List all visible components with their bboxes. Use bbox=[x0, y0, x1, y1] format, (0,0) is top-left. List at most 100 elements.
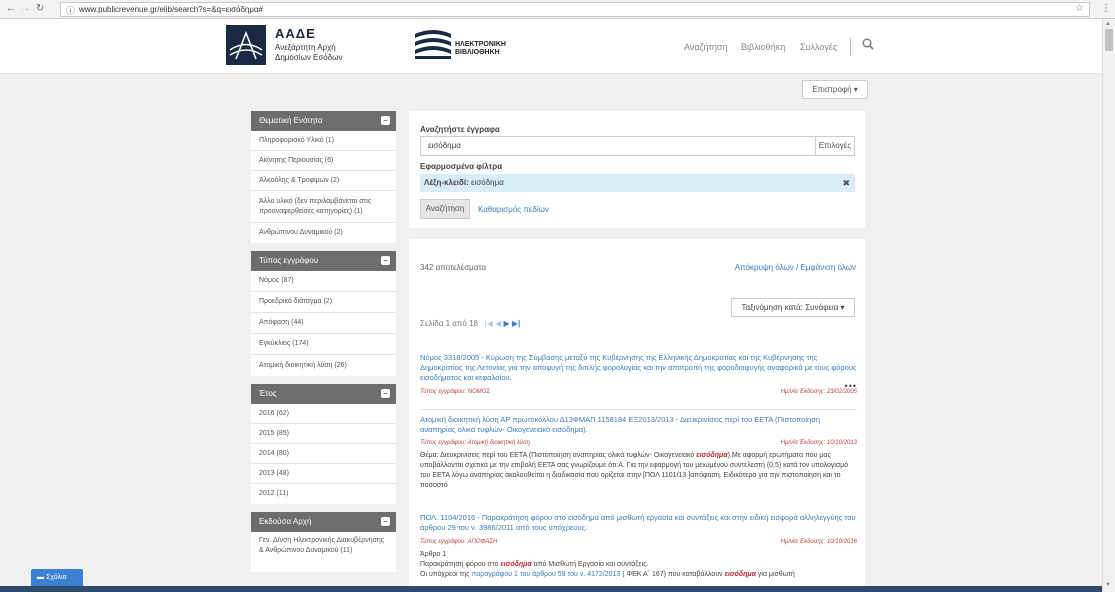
facet-item[interactable]: Νόμος (87) bbox=[251, 271, 396, 292]
highlight: εισόδημα bbox=[696, 452, 728, 459]
result-snippet: Θέμα: Διευκρινίσεις περί του ΕΕΤΑ (Πιστο… bbox=[420, 452, 849, 489]
search-icon[interactable] bbox=[862, 37, 874, 53]
pagination: Σελίδα 1 από 18 |◀ ◀ ▶ ▶| bbox=[420, 319, 520, 328]
first-page-icon[interactable]: |◀ bbox=[485, 319, 493, 328]
facet-item[interactable]: Απόφαση (44) bbox=[251, 313, 396, 334]
result-item: Ατομική διοικητική λύση ΑΡ πρωτοκόλλου Δ… bbox=[420, 415, 857, 491]
result-snippet: Άρθρο 1 Παρακράτηση φόρου στο εισόδημα α… bbox=[420, 551, 795, 578]
address-bar[interactable]: ⓘ www.publicrevenue.gr/elib/search?s=&q=… bbox=[60, 2, 1090, 17]
result-date: Ημ/νία Έκδοσης: 10/10/2013 bbox=[780, 440, 857, 446]
result-item: ΠΟΛ. 1104/2016 - Παρακράτηση φόρου στο ε… bbox=[420, 513, 857, 580]
library-logo-text: ΗΛΕΚΤΡΟΝΙΚΗ ΒΙΒΛΙΟΘΗΚΗ bbox=[455, 41, 506, 56]
result-item: Νόμος 3318/2005 - Κύρωση της Σύμβασης με… bbox=[420, 353, 857, 397]
highlight: εισόδημα bbox=[724, 571, 756, 578]
facet-doc-type: Τύπος εγγράφου – Νόμος (87) Προεδρικό διά… bbox=[251, 251, 396, 376]
results-count: 342 αποτελέσματα bbox=[420, 263, 487, 272]
sort-dropdown[interactable]: Ταξινόμηση κατά: Συνάφεια ▾ bbox=[731, 298, 855, 317]
search-button[interactable]: Αναζήτηση bbox=[420, 199, 470, 219]
facet-header[interactable]: Τύπος εγγράφου – bbox=[251, 251, 396, 271]
nav-library[interactable]: Βιβλιοθήκη bbox=[741, 42, 785, 52]
prev-page-icon[interactable]: ◀ bbox=[495, 319, 501, 328]
facet-authority: Εκδούσα Αρχή – Γεν. Δ/νση Ηλεκτρονικής Δι… bbox=[251, 512, 396, 572]
facet-item[interactable]: Πληροφοριακό Υλικό (1) bbox=[251, 131, 396, 151]
scroll-down-icon[interactable]: ▼ bbox=[1105, 582, 1111, 588]
law-link[interactable]: παραγράφου 1 του άρθρου 59 του ν. 4172/2… bbox=[471, 571, 620, 578]
page-info: Σελίδα 1 από 18 bbox=[420, 319, 478, 328]
reload-icon[interactable]: ↻ bbox=[36, 3, 44, 14]
facet-item[interactable]: Προεδρικό διάταγμα (2) bbox=[251, 292, 396, 313]
facet-item[interactable]: 2016 (62) bbox=[251, 404, 396, 424]
facet-item[interactable]: 2012 (11) bbox=[251, 484, 396, 504]
result-type: Τύπος εγγράφου: Ατομική διοικητική λύση bbox=[420, 440, 530, 446]
facet-item[interactable]: 2013 (48) bbox=[251, 464, 396, 484]
result-title[interactable]: Νόμος 3318/2005 - Κύρωση της Σύμβασης με… bbox=[420, 353, 857, 383]
highlight: εισόδημα bbox=[500, 561, 532, 568]
facet-year: Έτος – 2016 (62) 2015 (85) 2014 (80) 2013… bbox=[251, 384, 396, 504]
facet-sidebar: Θεματική Ενότητα – Πληροφοριακό Υλικό (1)… bbox=[251, 111, 396, 580]
result-type: Τύπος εγγράφου: ΑΠΟΦΑΣΗ bbox=[420, 539, 498, 545]
search-title: Αναζητήστε έγγραφα bbox=[420, 125, 500, 134]
logo-subtitle: Ανεξάρτητη Αρχή Δημοσίων Εσόδων bbox=[275, 43, 343, 62]
facet-item[interactable]: Ανθρώπινου Δυναμικού (2) bbox=[251, 223, 396, 243]
remove-filter-icon[interactable]: ✖ bbox=[842, 174, 850, 192]
collapse-icon[interactable]: – bbox=[381, 517, 390, 526]
result-meta: Τύπος εγγράφου: Ατομική διοικητική λύση … bbox=[420, 438, 857, 448]
options-button[interactable]: Επιλογές bbox=[815, 136, 855, 156]
aade-logo-icon[interactable] bbox=[226, 25, 266, 65]
applied-filter: Λέξη-κλειδί: εισόδημα ✖ bbox=[420, 174, 855, 192]
scrollbar-thumb[interactable] bbox=[1105, 29, 1113, 51]
info-icon[interactable]: ⓘ bbox=[66, 4, 75, 17]
filter-value: εισόδημα bbox=[470, 178, 504, 187]
collapse-icon[interactable]: – bbox=[381, 256, 390, 265]
library-logo-icon[interactable] bbox=[413, 28, 453, 62]
toggle-all-link[interactable]: Απόκρυψη όλων / Εμφάνιση όλων bbox=[735, 263, 856, 272]
nav-collections[interactable]: Συλλογές bbox=[800, 42, 837, 52]
result-meta: Τύπος εγγράφου: ΝΟΜΟΣ Ημ/νία Έκδοσης: 23… bbox=[420, 387, 857, 397]
comment-icon: ▬ bbox=[37, 574, 44, 581]
nav-search[interactable]: Αναζήτηση bbox=[684, 42, 727, 52]
facet-item[interactable]: Εγκύκλιος (174) bbox=[251, 334, 396, 355]
browser-menu-icon[interactable]: ⋮ bbox=[1101, 3, 1111, 14]
collapse-icon[interactable]: – bbox=[381, 116, 390, 125]
collapse-icon[interactable]: – bbox=[381, 389, 390, 398]
result-divider bbox=[420, 409, 857, 410]
url-text: www.publicrevenue.gr/elib/search?s=&q=ει… bbox=[79, 5, 264, 14]
vertical-scrollbar[interactable]: ▲ ▼ bbox=[1102, 19, 1115, 592]
taskbar bbox=[0, 586, 1102, 592]
search-panel: Αναζητήστε έγγραφα εισόδημα Επιλογές Εφα… bbox=[409, 111, 865, 228]
browser-toolbar: ← → ↻ ⓘ www.publicrevenue.gr/elib/search… bbox=[0, 0, 1115, 19]
search-input[interactable]: εισόδημα bbox=[420, 136, 816, 156]
facet-item[interactable]: 2015 (85) bbox=[251, 424, 396, 444]
result-title[interactable]: ΠΟΛ. 1104/2016 - Παρακράτηση φόρου στο ε… bbox=[420, 513, 857, 533]
result-title[interactable]: Ατομική διοικητική λύση ΑΡ πρωτοκόλλου Δ… bbox=[420, 415, 857, 435]
nav-separator bbox=[850, 38, 851, 56]
comments-button[interactable]: ▬ Σχόλια bbox=[31, 569, 83, 586]
facet-item[interactable]: Αλκοόλης & Τροφίμων (2) bbox=[251, 171, 396, 191]
result-type: Τύπος εγγράφου: ΝΟΜΟΣ bbox=[420, 389, 491, 395]
facet-topic: Θεματική Ενότητα – Πληροφοριακό Υλικό (1)… bbox=[251, 111, 396, 243]
facet-item[interactable]: 2014 (80) bbox=[251, 444, 396, 464]
facet-item[interactable]: Ατομική διοικητική λύση (26) bbox=[251, 355, 396, 376]
last-page-icon[interactable]: ▶| bbox=[512, 319, 520, 328]
back-button[interactable]: Επιστροφή ▾ bbox=[802, 80, 868, 99]
clear-fields-link[interactable]: Καθαρισμός πεδίων bbox=[478, 205, 549, 214]
facet-item[interactable]: Άλλο υλικό (δεν περιλαμβάνεται στις προα… bbox=[251, 191, 396, 223]
facet-header[interactable]: Εκδούσα Αρχή – bbox=[251, 512, 396, 532]
facet-item[interactable]: Ακίνητης Περιουσίας (6) bbox=[251, 151, 396, 171]
forward-arrow-icon[interactable]: → bbox=[20, 3, 30, 14]
facet-item[interactable]: Γεν. Δ/νση Ηλεκτρονικής Διακυβέρνησης & … bbox=[251, 532, 396, 572]
facet-header[interactable]: Έτος – bbox=[251, 384, 396, 404]
result-meta: Τύπος εγγράφου: ΑΠΟΦΑΣΗ Ημ/νία Έκδοσης: … bbox=[420, 537, 857, 547]
facet-header[interactable]: Θεματική Ενότητα – bbox=[251, 111, 396, 131]
back-arrow-icon[interactable]: ← bbox=[6, 3, 16, 14]
bookmark-star-icon[interactable]: ☆ bbox=[1075, 3, 1084, 14]
result-date: Ημ/νία Έκδοσης: 10/10/2016 bbox=[780, 539, 857, 545]
results-panel: 342 αποτελέσματα Απόκρυψη όλων / Εμφάνισ… bbox=[409, 239, 865, 592]
more-options-icon[interactable]: ••• bbox=[845, 381, 857, 391]
applied-filters-title: Εφαρμοσμένα φίλτρα bbox=[420, 162, 503, 171]
logo-title: ΑΑΔΕ bbox=[275, 26, 316, 41]
filter-key: Λέξη-κλειδί: bbox=[424, 178, 469, 187]
site-header: ΑΑΔΕ Ανεξάρτητη Αρχή Δημοσίων Εσόδων ΗΛΕ… bbox=[0, 19, 1102, 74]
next-page-icon[interactable]: ▶ bbox=[504, 319, 510, 328]
scroll-up-icon[interactable]: ▲ bbox=[1105, 21, 1111, 27]
